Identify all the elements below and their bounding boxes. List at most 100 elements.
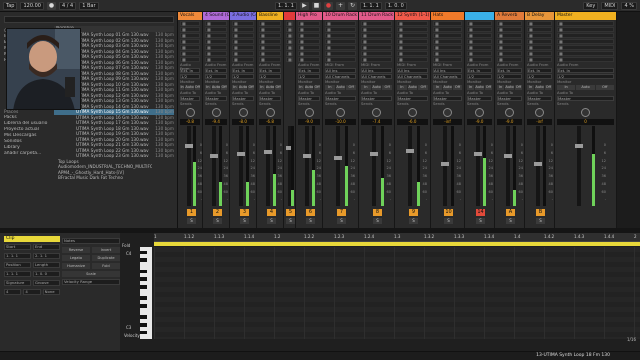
- clip-slot[interactable]: ■: [205, 39, 227, 44]
- volume-fader[interactable]: [504, 126, 512, 206]
- send-knob[interactable]: [265, 108, 275, 117]
- input-source-select[interactable]: All Ins: [361, 68, 392, 73]
- input-source-select[interactable]: Ext. In: [467, 68, 492, 73]
- clip-stop-icon[interactable]: ■: [261, 28, 265, 32]
- clip-title-bar[interactable]: Clip: [4, 236, 60, 242]
- signature-denominator[interactable]: 4: [23, 289, 41, 295]
- length-field[interactable]: 1. 0. 0: [33, 271, 60, 277]
- clip-slot[interactable]: ■: [180, 21, 200, 26]
- start-field[interactable]: 1. 1. 1: [4, 253, 31, 259]
- browser-search-input[interactable]: [4, 16, 174, 23]
- clip-slot[interactable]: ■: [397, 45, 428, 50]
- clip-stop-icon[interactable]: ■: [300, 40, 304, 44]
- track-title[interactable]: A Reverb: [495, 12, 524, 20]
- clip-stop-icon[interactable]: ■: [469, 28, 473, 32]
- clip-stop-icon[interactable]: ■: [234, 46, 238, 50]
- volume-readout[interactable]: -inf: [527, 119, 552, 125]
- volume-readout[interactable]: -6.8: [259, 119, 281, 125]
- send-knob[interactable]: [372, 108, 381, 117]
- clip-stop-icon[interactable]: ■: [363, 40, 367, 44]
- clip-slot[interactable]: ■: [232, 27, 254, 32]
- clip-slot[interactable]: ■: [557, 45, 614, 50]
- clip-stop-icon[interactable]: ■: [559, 52, 563, 56]
- clip-stop-icon[interactable]: ■: [363, 34, 367, 38]
- clip-stop-icon[interactable]: ■: [499, 58, 503, 62]
- track-activator-button[interactable]: 5: [286, 209, 295, 216]
- input-source-select[interactable]: Ext. In: [497, 68, 522, 73]
- clip-slot[interactable]: ■: [286, 33, 293, 38]
- clip-stop-icon[interactable]: ■: [399, 46, 403, 50]
- clip-slot[interactable]: ■: [557, 33, 614, 38]
- clip-slot[interactable]: ■: [467, 21, 492, 26]
- track-title[interactable]: Bassline: [257, 12, 283, 20]
- clip-stop-icon[interactable]: ■: [559, 28, 563, 32]
- groove-select[interactable]: None: [42, 289, 60, 295]
- fader-cap[interactable]: [575, 144, 583, 148]
- volume-fader[interactable]: [474, 126, 482, 206]
- clip-slot[interactable]: ■: [205, 21, 227, 26]
- browser-file-row[interactable]: BFractal Music Dark Fat Techno: [54, 175, 174, 181]
- clip-slot[interactable]: ■: [286, 45, 293, 50]
- notes-duplicate-button[interactable]: Duplicate: [92, 255, 120, 261]
- solo-button[interactable]: S: [187, 218, 196, 224]
- clip-slot[interactable]: ■: [361, 27, 392, 32]
- clip-stop-icon[interactable]: ■: [261, 58, 265, 62]
- black-key[interactable]: [140, 277, 147, 281]
- track-activator-button[interactable]: 7: [337, 209, 346, 216]
- clip-slot[interactable]: ■: [397, 51, 428, 56]
- clip-stop-icon[interactable]: ■: [469, 52, 473, 56]
- clip-slot[interactable]: ■: [467, 45, 492, 50]
- notes-scale-button[interactable]: Scale: [62, 271, 120, 277]
- clip-stop-icon[interactable]: ■: [399, 58, 403, 62]
- track-title[interactable]: 11 Drum Rack: [359, 12, 394, 20]
- loop-start-field[interactable]: 1. 1. 1: [359, 1, 382, 10]
- clip-slot[interactable]: ■: [325, 45, 356, 50]
- monitor-off-button[interactable]: Off: [314, 85, 321, 90]
- solo-button[interactable]: S: [267, 218, 276, 224]
- notes-legato-button[interactable]: Legato: [62, 255, 90, 261]
- arrangement-position-field[interactable]: 1. 1. 1: [275, 1, 297, 10]
- input-source-select[interactable]: Ext. In: [298, 68, 320, 73]
- fader-cap[interactable]: [334, 156, 342, 160]
- clip-stop-icon[interactable]: ■: [559, 40, 563, 44]
- solo-button[interactable]: S: [536, 218, 545, 224]
- clip-slot[interactable]: ■: [232, 21, 254, 26]
- clip-stop-icon[interactable]: ■: [499, 52, 503, 56]
- volume-readout[interactable]: -9.0: [298, 119, 320, 125]
- clip-stop-icon[interactable]: ■: [469, 46, 473, 50]
- fader-cap[interactable]: [406, 149, 414, 153]
- clip-slot[interactable]: ■: [527, 57, 552, 62]
- volume-fader[interactable]: [185, 126, 193, 206]
- track-title[interactable]: Hats: [431, 12, 464, 20]
- clip-slot[interactable]: ■: [433, 51, 462, 56]
- loop-icon[interactable]: ↻: [347, 1, 357, 10]
- clip-stop-icon[interactable]: ■: [300, 34, 304, 38]
- clip-slot[interactable]: ■: [397, 33, 428, 38]
- clip-slot[interactable]: ■: [497, 45, 522, 50]
- send-knob[interactable]: [475, 108, 484, 117]
- clip-slot[interactable]: ■: [325, 33, 356, 38]
- clip-slot[interactable]: ■: [397, 27, 428, 32]
- track-activator-button[interactable]: B: [536, 209, 545, 216]
- solo-button[interactable]: S: [409, 218, 418, 224]
- clip-stop-icon[interactable]: ■: [261, 40, 265, 44]
- clip-stop-icon[interactable]: ■: [327, 40, 331, 44]
- clip-slot[interactable]: ■: [467, 57, 492, 62]
- clip-slot[interactable]: ■: [180, 57, 200, 62]
- fader-cap[interactable]: [534, 162, 542, 166]
- track-activator-button[interactable]: 9: [409, 209, 418, 216]
- loop-length-field[interactable]: 1. 0. 0: [384, 1, 407, 10]
- clip-stop-icon[interactable]: ■: [469, 40, 473, 44]
- monitor-off-button[interactable]: Off: [418, 85, 429, 90]
- send-knob[interactable]: [581, 108, 590, 117]
- clip-stop-icon[interactable]: ■: [300, 52, 304, 56]
- clip-stop-icon[interactable]: ■: [363, 58, 367, 62]
- clip-stop-icon[interactable]: ■: [207, 22, 211, 26]
- clip-stop-icon[interactable]: ■: [327, 46, 331, 50]
- clip-slot[interactable]: ■: [286, 21, 293, 26]
- clip-stop-icon[interactable]: ■: [399, 34, 403, 38]
- clip-stop-icon[interactable]: ■: [559, 34, 563, 38]
- clip-stop-icon[interactable]: ■: [363, 22, 367, 26]
- clip-stop-icon[interactable]: ■: [435, 40, 439, 44]
- monitor-auto-button[interactable]: Auto: [576, 85, 595, 90]
